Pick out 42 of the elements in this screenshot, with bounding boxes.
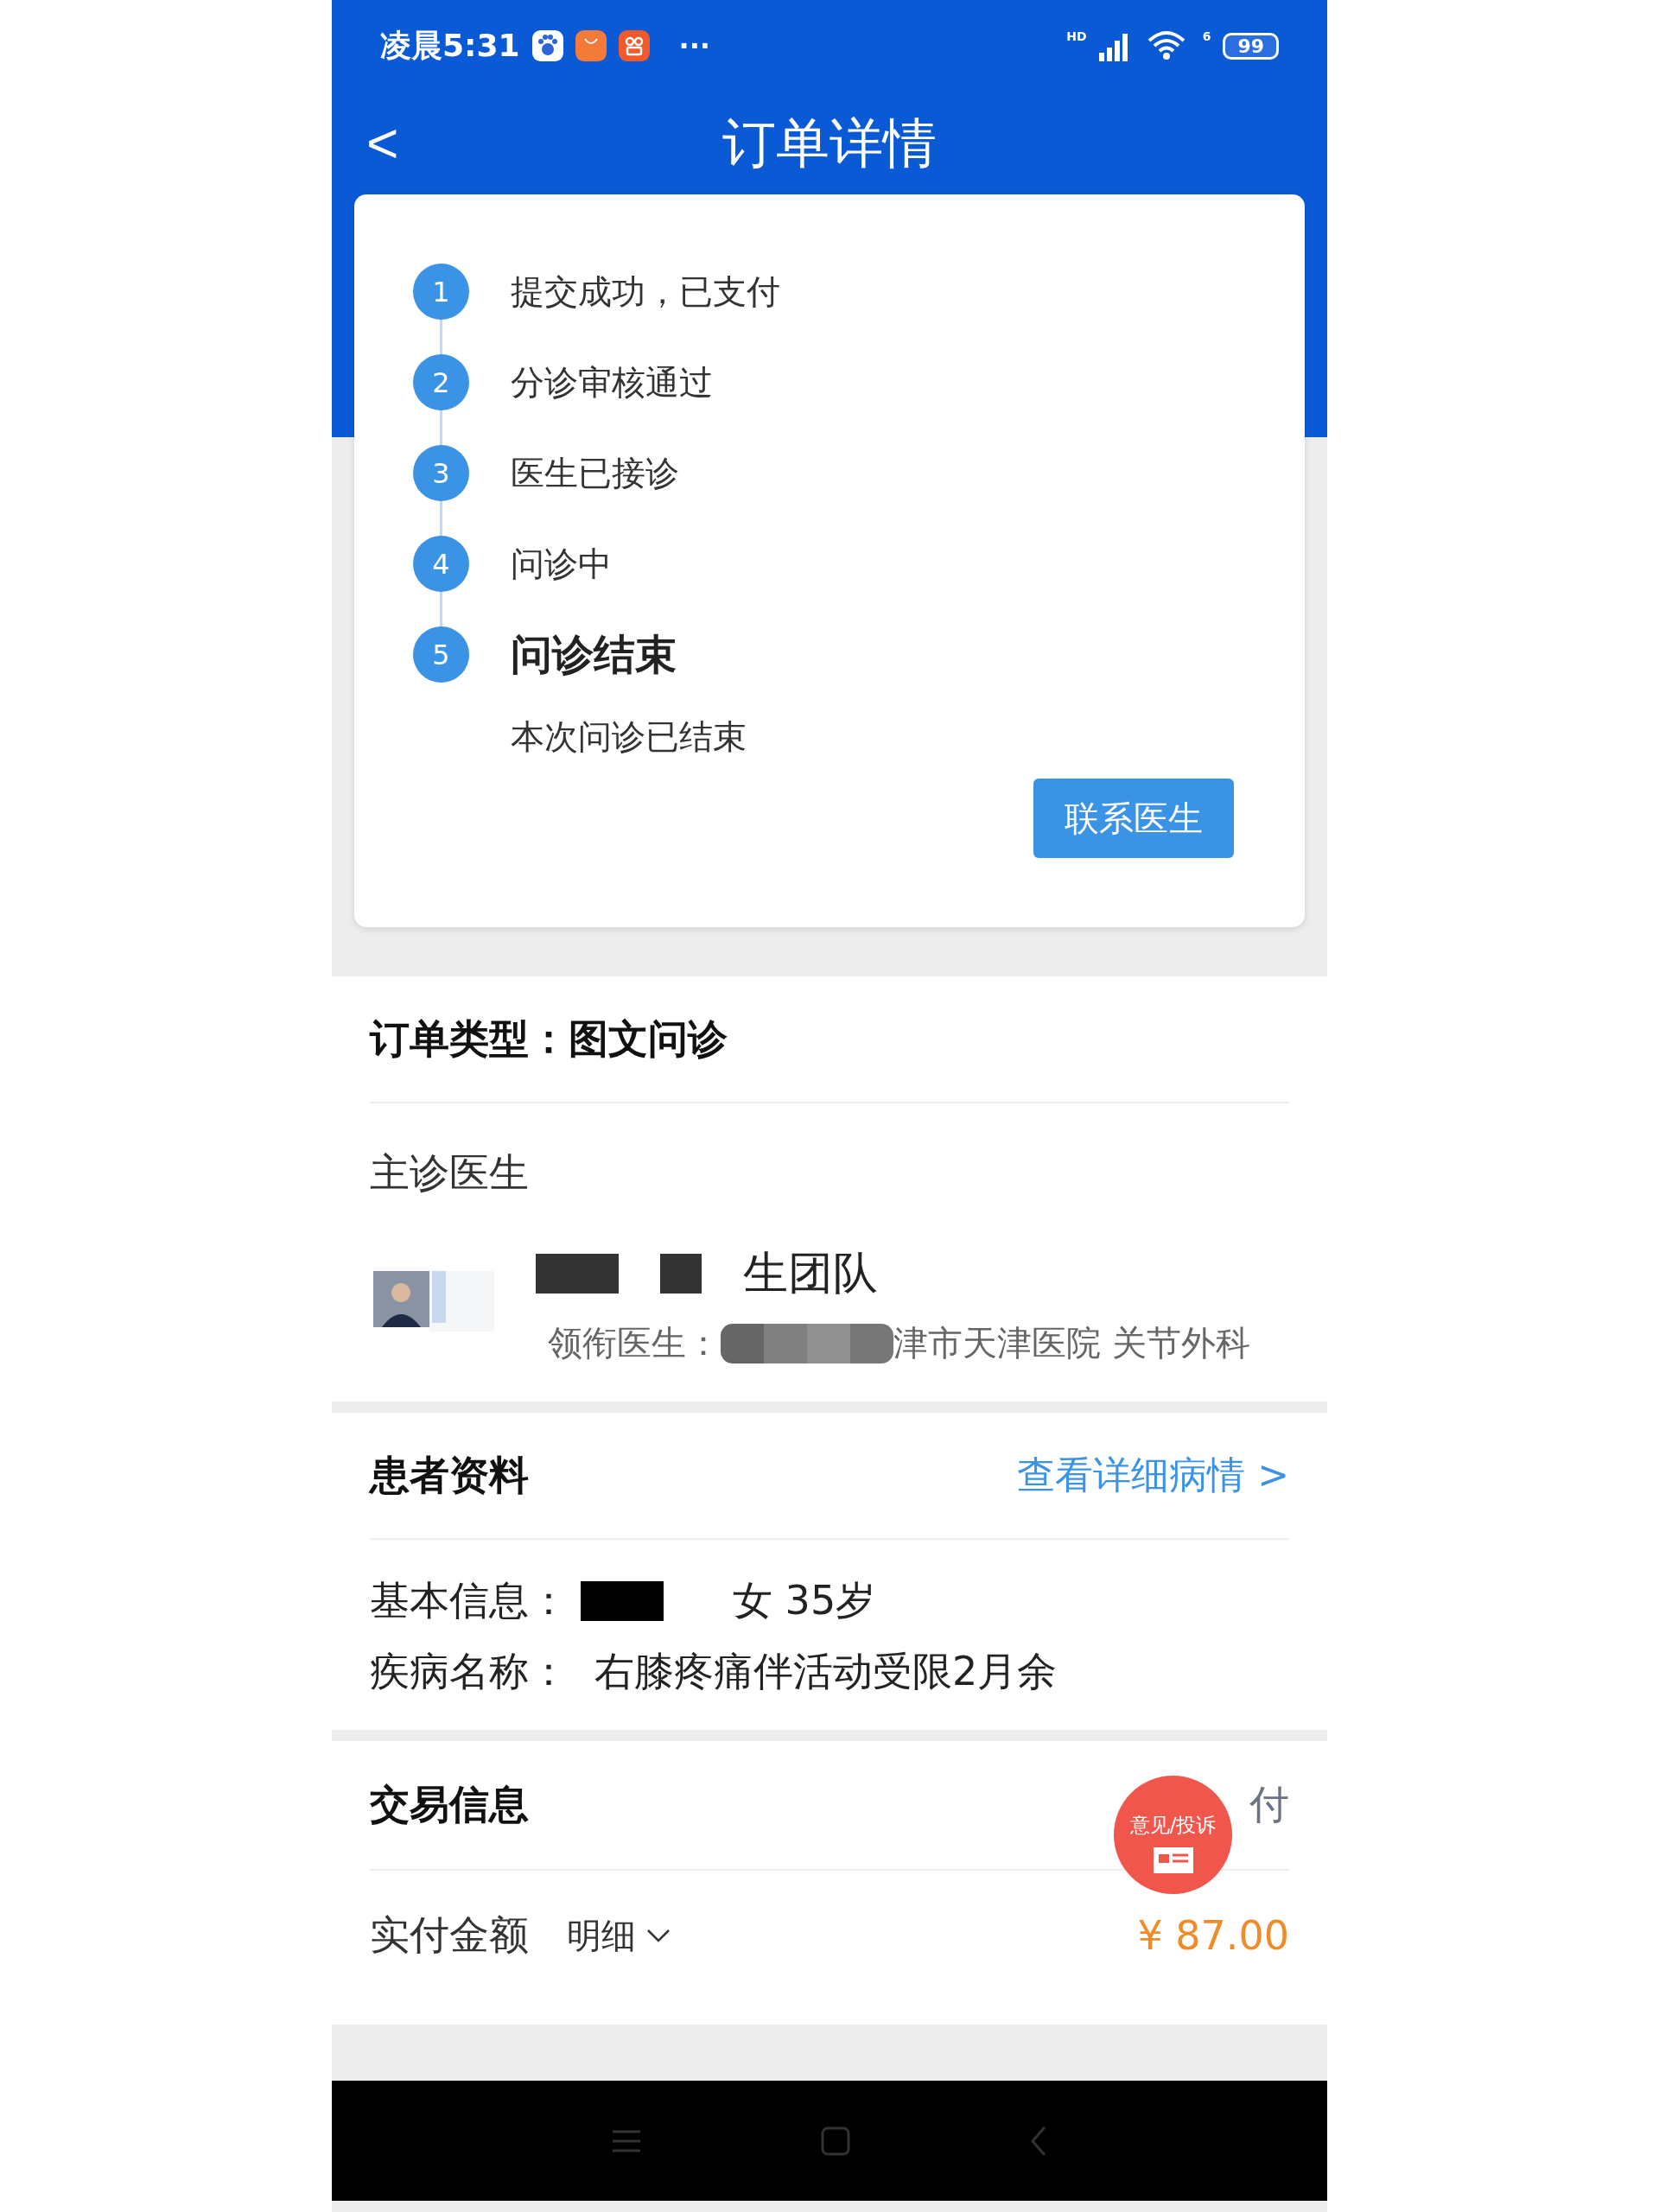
- more-notifications: ···: [678, 29, 710, 62]
- step-label: 分诊审核通过: [511, 362, 713, 404]
- status-time: 凌晨5:31: [380, 26, 520, 65]
- page-title: 订单详情: [722, 110, 937, 176]
- lead-doctor-label: 领衔医生：: [548, 1322, 721, 1364]
- section-heading: 主诊医生: [370, 1148, 530, 1198]
- step-number: 4: [413, 536, 469, 592]
- disease-label: 疾病名称：: [370, 1647, 569, 1696]
- paw-app-icon: [531, 30, 563, 61]
- step-label: 医生已接诊: [511, 453, 679, 494]
- basic-info-label: 基本信息：: [370, 1576, 569, 1625]
- contact-doctor-button[interactable]: 联系医生: [1033, 779, 1234, 858]
- wifi-label: 6: [1202, 29, 1211, 43]
- step-note: 本次问诊已结束: [511, 716, 747, 758]
- step-number: 1: [413, 264, 469, 320]
- step-number: 2: [413, 354, 469, 410]
- doctor-team-name: 生团队: [743, 1246, 878, 1300]
- basic-info-value: 女 35岁: [733, 1576, 876, 1625]
- order-type: 订单类型：图文问诊: [370, 1014, 728, 1064]
- step-label: 提交成功，已支付: [511, 271, 780, 313]
- chevron-down-icon: [646, 1928, 671, 1943]
- redaction-block: [660, 1254, 702, 1294]
- view-details-link[interactable]: 查看详细病情 >: [1017, 1450, 1289, 1501]
- home-icon[interactable]: [821, 2126, 850, 2156]
- details-toggle[interactable]: 明细: [567, 1911, 671, 1960]
- network-type: HD: [1066, 29, 1087, 43]
- battery-level: 99: [1223, 32, 1279, 60]
- paid-amount: ¥ 87.00: [1137, 1912, 1289, 1959]
- section-heading: 交易信息: [370, 1780, 529, 1829]
- step-number: 5: [413, 626, 469, 683]
- hospital-department: 津市天津医院 关节外科: [893, 1322, 1250, 1364]
- step-number: 3: [413, 445, 469, 501]
- back-button[interactable]: <: [366, 111, 399, 175]
- bag-app-icon: [575, 30, 607, 61]
- disease-name: 右膝疼痛伴活动受限2月余: [594, 1647, 1058, 1696]
- amount-label: 实付金额: [370, 1910, 529, 1960]
- payment-status: 付: [1249, 1780, 1289, 1829]
- camera-app-icon: [618, 30, 650, 61]
- section-heading: 患者资料: [370, 1450, 529, 1500]
- step-label: 问诊中: [511, 543, 612, 585]
- back-icon[interactable]: [1028, 2125, 1048, 2157]
- step-label: 问诊结束: [511, 629, 677, 680]
